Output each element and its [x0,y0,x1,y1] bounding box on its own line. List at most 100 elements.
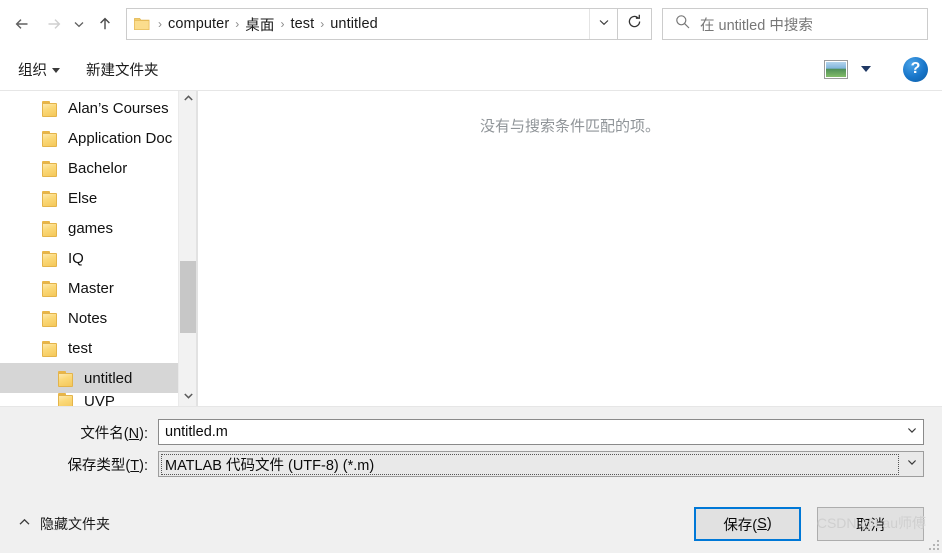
save-label-accel: S [757,516,767,532]
dialog-button-row: 保存(S) 取消 [694,507,924,541]
folder-icon [134,17,150,31]
refresh-button[interactable] [618,8,652,40]
folder-tree-list: Alan’s Courses Application Doc Bachelor … [0,91,196,406]
refresh-icon [626,13,643,35]
filename-label-prefix: 文件名( [80,425,129,442]
tree-item-untitled[interactable]: untitled [0,363,196,393]
tree-item-label: Notes [68,309,108,327]
filetype-label-prefix: 保存类型( [67,457,131,474]
chevron-up-icon [18,516,31,532]
view-layout-icon[interactable] [824,59,848,79]
tree-item-iq[interactable]: IQ [0,243,196,273]
save-file-dialog: › computer › 桌面 › test › untitled 在 unti… [0,0,942,553]
tree-item-master[interactable]: Master [0,273,196,303]
scrollbar-thumb[interactable] [180,261,196,333]
filename-value[interactable]: untitled.m [159,424,901,440]
folder-icon [58,371,75,387]
chevron-down-icon [72,17,86,31]
chevron-down-icon [183,388,194,406]
tree-item-else[interactable]: Else [0,183,196,213]
breadcrumb[interactable]: › computer › 桌面 › test › untitled [127,14,589,35]
new-folder-label: 新建文件夹 [86,62,159,79]
filetype-label: 保存类型(T): [18,454,158,475]
save-form-area: 文件名(N): untitled.m 保存类型(T): MATLAB 代码文件 … [0,407,942,495]
folder-icon [42,131,59,147]
command-bar-right-group: ? [824,56,928,82]
tree-item-label: Application Doc [68,129,173,147]
cancel-button[interactable]: 取消 [817,507,924,541]
breadcrumb-item-test[interactable]: test [290,16,314,32]
filetype-select[interactable]: MATLAB 代码文件 (UTF-8) (*.m) [158,451,924,477]
dialog-footer: 隐藏文件夹 保存(S) 取消 CSDN @Lau师傅 [0,495,942,553]
filetype-label-accel: T [130,457,140,474]
up-one-level-button[interactable] [90,9,120,39]
breadcrumb-separator: › [320,17,325,31]
tree-item-games[interactable]: games [0,213,196,243]
tree-item-bachelor[interactable]: Bachelor [0,153,196,183]
caret-down-icon [52,68,60,73]
folder-tree-scrollbar[interactable] [178,91,196,406]
folder-icon [58,393,75,406]
tree-item-label: UVP [84,393,115,406]
help-icon[interactable]: ? [903,56,928,82]
search-input[interactable]: 在 untitled 中搜索 [700,14,813,35]
tree-item-label: Bachelor [68,159,128,177]
hide-folders-toggle[interactable]: 隐藏文件夹 [18,514,110,534]
save-label-prefix: 保存( [723,517,758,534]
filetype-label-suffix: ): [139,457,148,474]
tree-item-label: IQ [68,249,84,267]
folder-icon [42,101,59,117]
breadcrumb-item-untitled[interactable]: untitled [330,16,378,32]
tree-item-label: games [68,219,114,237]
recent-locations-button[interactable] [68,9,90,39]
address-dropdown-button[interactable] [589,9,617,39]
scroll-down-button[interactable] [179,388,196,406]
command-bar: 组织 新建文件夹 ? [0,48,942,91]
new-folder-button[interactable]: 新建文件夹 [86,59,159,80]
organize-menu-button[interactable]: 组织 [18,59,60,80]
tree-item-notes[interactable]: Notes [0,303,196,333]
filename-label-accel: N [128,425,140,442]
filename-label: 文件名(N): [18,422,158,443]
navigation-bar: › computer › 桌面 › test › untitled 在 unti… [0,0,942,48]
filename-row: 文件名(N): untitled.m [18,419,924,445]
breadcrumb-separator: › [280,17,285,31]
save-label-suffix: ) [766,516,772,532]
chevron-up-icon [183,91,194,109]
folder-icon [42,311,59,327]
folder-icon [42,221,59,237]
filetype-value[interactable]: MATLAB 代码文件 (UTF-8) (*.m) [161,453,899,475]
tree-item-application-doc[interactable]: Application Doc [0,123,196,153]
arrow-left-icon [13,14,33,34]
address-bar[interactable]: › computer › 桌面 › test › untitled [126,8,618,40]
back-button[interactable] [8,9,38,39]
tree-item-label: test [68,339,93,357]
resize-grip-icon[interactable] [927,538,939,550]
folder-icon [42,161,59,177]
empty-state-message: 没有与搜索条件匹配的项。 [479,118,660,135]
scroll-up-button[interactable] [179,91,196,109]
forward-button[interactable] [38,9,68,39]
chevron-down-icon [906,455,918,473]
file-list-pane[interactable]: 没有与搜索条件匹配的项。 [198,91,942,406]
search-icon [675,14,690,34]
folder-icon [42,281,59,297]
tree-item-test[interactable]: test [0,333,196,363]
breadcrumb-separator: › [158,17,162,31]
breadcrumb-item-computer[interactable]: computer [168,16,229,32]
view-options-caret-icon[interactable] [861,66,871,72]
search-box[interactable]: 在 untitled 中搜索 [662,8,928,40]
filetype-row: 保存类型(T): MATLAB 代码文件 (UTF-8) (*.m) [18,451,924,477]
organize-label: 组织 [18,62,47,79]
tree-item-label: Master [68,279,114,297]
filetype-dropdown-button[interactable] [901,452,923,476]
chevron-down-icon [597,15,611,34]
hide-folders-label: 隐藏文件夹 [40,516,110,532]
save-button[interactable]: 保存(S) [694,507,801,541]
tree-item-uvp[interactable]: UVP [0,393,196,406]
breadcrumb-item-desktop[interactable]: 桌面 [245,14,274,35]
filename-dropdown-button[interactable] [901,420,923,444]
filename-input[interactable]: untitled.m [158,419,924,445]
folder-icon [42,191,59,207]
tree-item-alans-courses[interactable]: Alan’s Courses [0,93,196,123]
